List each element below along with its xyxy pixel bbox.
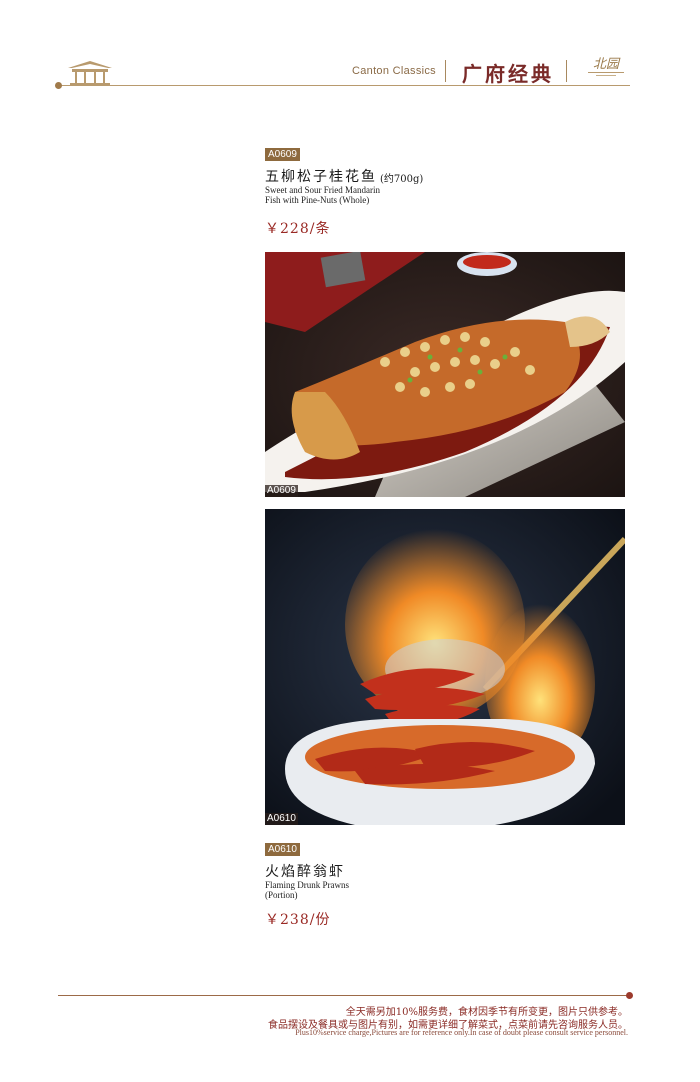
pavilion-logo-icon xyxy=(68,61,112,85)
header-rule xyxy=(58,85,630,86)
brand-logo-icon: 北园 xyxy=(588,57,624,76)
dish-photo-mandarin-fish: A0609 xyxy=(265,252,625,497)
dish-name-en-line1: Flaming Drunk Prawns xyxy=(265,880,349,890)
dish-price: ￥238/份 xyxy=(265,912,331,928)
footer-rule-dot xyxy=(626,992,633,999)
dish-code-badge: A0609 xyxy=(265,148,300,161)
section-title-cn: 广府经典 xyxy=(462,62,554,86)
header-divider xyxy=(566,60,567,82)
dish-photo-flaming-prawns: A0610 xyxy=(265,509,625,825)
dish-price: ￥228/条 xyxy=(265,221,331,237)
dish-name-cn: 五柳松子桂花鱼 xyxy=(265,169,377,185)
prawn-illustration xyxy=(265,509,625,825)
photo-code-label: A0610 xyxy=(265,813,298,825)
dish-name-en-line2: (Portion) xyxy=(265,890,298,900)
dish-name-en-line2: Fish with Pine-Nuts (Whole) xyxy=(265,195,370,205)
brand-logo-text: 北园 xyxy=(593,57,621,72)
dish-weight: (约700g) xyxy=(380,174,424,185)
dish-code-badge: A0610 xyxy=(265,843,300,856)
footer-note-en: Plus10%service charge,Pictures are for r… xyxy=(295,1028,628,1037)
header-rule-dot xyxy=(55,82,62,89)
footer-rule xyxy=(58,995,630,996)
fish-illustration xyxy=(265,252,625,497)
dish-name-cn: 火焰醉翁虾 xyxy=(265,864,345,880)
dish-name-en-line1: Sweet and Sour Fried Mandarin xyxy=(265,185,380,195)
photo-code-label: A0609 xyxy=(265,485,298,497)
section-title-en: Canton Classics xyxy=(352,65,436,77)
header-divider xyxy=(445,60,446,82)
